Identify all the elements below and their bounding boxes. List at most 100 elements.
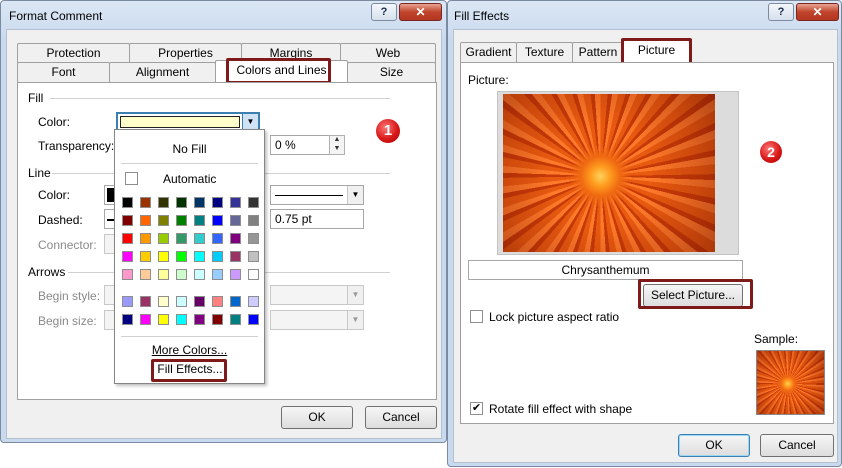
color-swatch[interactable] bbox=[230, 197, 241, 208]
color-swatch[interactable] bbox=[122, 197, 133, 208]
color-swatch[interactable] bbox=[122, 269, 133, 280]
chevron-down-icon[interactable]: ▼ bbox=[347, 186, 363, 204]
tab-gradient[interactable]: Gradient bbox=[460, 42, 517, 62]
color-swatch[interactable] bbox=[176, 215, 187, 226]
color-swatch[interactable] bbox=[122, 296, 133, 307]
color-swatch[interactable] bbox=[122, 314, 133, 325]
color-swatch[interactable] bbox=[212, 269, 223, 280]
color-swatch[interactable] bbox=[248, 233, 259, 244]
color-swatch[interactable] bbox=[122, 251, 133, 262]
sample-image bbox=[757, 351, 824, 414]
tab-font[interactable]: Font bbox=[17, 62, 110, 82]
dashed-label: Dashed: bbox=[38, 213, 83, 227]
cancel-button[interactable]: Cancel bbox=[760, 434, 834, 457]
picture-frame bbox=[497, 91, 739, 255]
color-swatch[interactable] bbox=[140, 215, 151, 226]
color-swatch[interactable] bbox=[230, 251, 241, 262]
color-swatch[interactable] bbox=[140, 197, 151, 208]
colors-and-lines-highlight bbox=[226, 58, 331, 84]
lock-aspect-checkbox[interactable] bbox=[470, 310, 483, 323]
color-swatch[interactable] bbox=[248, 314, 259, 325]
close-button[interactable]: ✕ bbox=[796, 3, 839, 21]
color-swatch[interactable] bbox=[158, 197, 169, 208]
chevron-down-icon: ▼ bbox=[347, 311, 363, 329]
automatic-swatch[interactable] bbox=[125, 172, 138, 185]
color-swatch[interactable] bbox=[176, 269, 187, 280]
color-swatch[interactable] bbox=[140, 251, 151, 262]
chevron-down-icon: ▼ bbox=[347, 286, 363, 304]
color-swatch[interactable] bbox=[194, 197, 205, 208]
fill-effects-highlight bbox=[151, 359, 227, 382]
color-swatch[interactable] bbox=[140, 233, 151, 244]
color-swatch[interactable] bbox=[212, 215, 223, 226]
tab-size[interactable]: Size bbox=[347, 62, 436, 82]
color-swatch[interactable] bbox=[194, 233, 205, 244]
color-swatch[interactable] bbox=[212, 233, 223, 244]
color-swatch[interactable] bbox=[194, 269, 205, 280]
color-swatch[interactable] bbox=[194, 215, 205, 226]
ok-button[interactable]: OK bbox=[281, 406, 353, 429]
color-swatch[interactable] bbox=[158, 233, 169, 244]
tab-pattern[interactable]: Pattern bbox=[572, 42, 624, 62]
select-picture-highlight bbox=[638, 279, 753, 309]
color-swatch[interactable] bbox=[140, 296, 151, 307]
color-swatch[interactable] bbox=[158, 251, 169, 262]
color-swatch[interactable] bbox=[230, 215, 241, 226]
color-swatch[interactable] bbox=[158, 314, 169, 325]
more-colors-option[interactable]: More Colors... bbox=[115, 343, 264, 357]
color-swatch[interactable] bbox=[158, 269, 169, 280]
help-button[interactable]: ? bbox=[768, 3, 794, 21]
color-swatch[interactable] bbox=[230, 233, 241, 244]
color-swatch[interactable] bbox=[176, 233, 187, 244]
color-swatch[interactable] bbox=[140, 314, 151, 325]
color-swatch[interactable] bbox=[158, 296, 169, 307]
color-swatch[interactable] bbox=[176, 197, 187, 208]
color-swatch[interactable] bbox=[122, 233, 133, 244]
color-swatch[interactable] bbox=[230, 314, 241, 325]
line-sample bbox=[275, 195, 343, 196]
color-swatch[interactable] bbox=[176, 296, 187, 307]
transparency-spinner[interactable]: ▲ ▼ bbox=[329, 135, 345, 155]
chrysanthemum-image bbox=[503, 94, 715, 252]
color-swatch[interactable] bbox=[248, 251, 259, 262]
automatic-option[interactable]: Automatic bbox=[163, 172, 216, 186]
tab-page: Picture: Chrysanthemum Select Picture...… bbox=[460, 62, 834, 424]
picture-label: Picture: bbox=[468, 73, 509, 87]
transparency-input[interactable]: 0 % bbox=[270, 135, 330, 155]
end-style-dropdown: ▼ bbox=[270, 285, 364, 305]
color-swatch[interactable] bbox=[230, 269, 241, 280]
color-swatch[interactable] bbox=[248, 215, 259, 226]
color-swatch[interactable] bbox=[176, 314, 187, 325]
color-swatch[interactable] bbox=[230, 296, 241, 307]
tab-texture[interactable]: Texture bbox=[516, 42, 573, 62]
color-swatch[interactable] bbox=[212, 197, 223, 208]
color-swatch[interactable] bbox=[212, 296, 223, 307]
chevron-down-icon[interactable]: ▼ bbox=[242, 114, 258, 130]
tab-protection[interactable]: Protection bbox=[17, 43, 130, 63]
tab-web[interactable]: Web bbox=[340, 43, 436, 63]
color-swatch[interactable] bbox=[212, 251, 223, 262]
color-swatch[interactable] bbox=[194, 251, 205, 262]
color-swatch[interactable] bbox=[194, 314, 205, 325]
sample-label: Sample: bbox=[754, 332, 799, 346]
color-swatch[interactable] bbox=[158, 215, 169, 226]
title-bar: Fill Effects ? ✕ bbox=[448, 1, 841, 29]
line-style-dropdown[interactable]: ▼ bbox=[270, 185, 364, 205]
color-swatch[interactable] bbox=[176, 251, 187, 262]
close-button[interactable]: ✕ bbox=[399, 3, 442, 21]
color-swatch[interactable] bbox=[122, 215, 133, 226]
rotate-fill-checkbox[interactable]: ✔ bbox=[470, 402, 483, 415]
dialog-body: Gradient Texture Pattern Picture Picture… bbox=[453, 29, 838, 463]
tab-alignment[interactable]: Alignment bbox=[109, 62, 216, 82]
cancel-button[interactable]: Cancel bbox=[365, 406, 437, 429]
color-swatch[interactable] bbox=[248, 197, 259, 208]
weight-input[interactable]: 0.75 pt bbox=[270, 209, 364, 229]
color-swatch[interactable] bbox=[248, 269, 259, 280]
ok-button[interactable]: OK bbox=[678, 434, 750, 457]
color-swatch[interactable] bbox=[248, 296, 259, 307]
no-fill-option[interactable]: No Fill bbox=[115, 142, 264, 156]
help-button[interactable]: ? bbox=[371, 3, 397, 21]
color-swatch[interactable] bbox=[140, 269, 151, 280]
color-swatch[interactable] bbox=[212, 314, 223, 325]
color-swatch[interactable] bbox=[194, 296, 205, 307]
